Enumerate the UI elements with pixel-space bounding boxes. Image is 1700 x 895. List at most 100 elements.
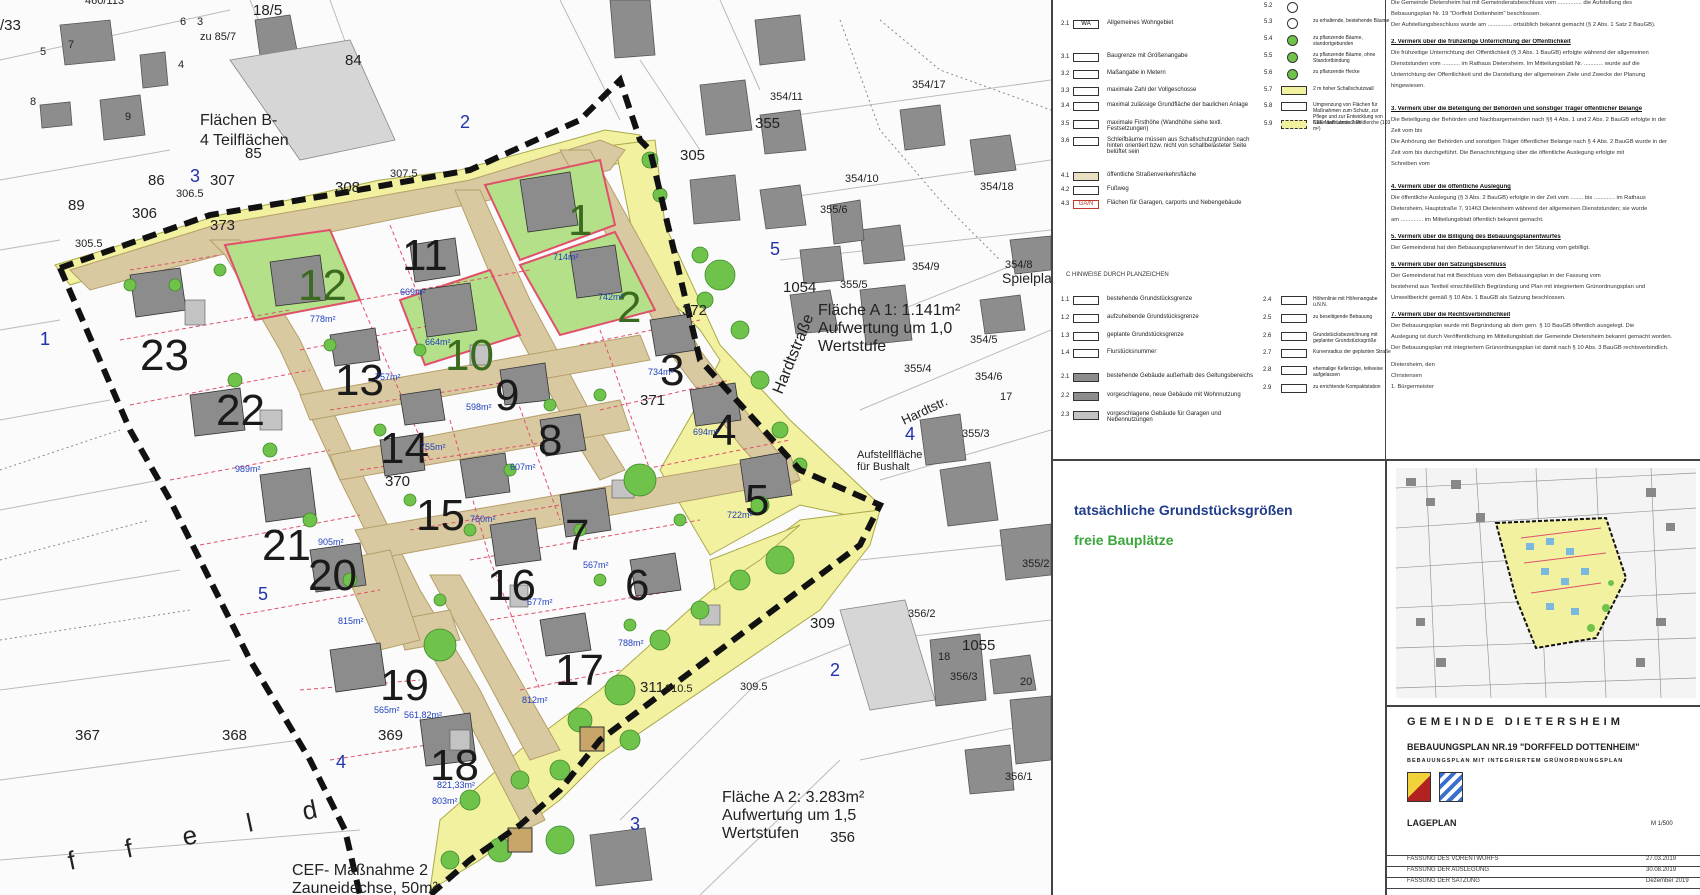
legend-swatch — [1281, 296, 1307, 305]
legend-code: 2.3 — [1061, 412, 1070, 418]
parcel-number: 354/9 — [912, 261, 940, 273]
verfahren-line: Dietersheim, den — [1391, 362, 1435, 368]
legend-label: zu beseitigende Bebauung — [1313, 314, 1373, 320]
gemeinde-name: GEMEINDE DIETERSHEIM — [1407, 716, 1624, 728]
verfahren-heading: 4. Vermerk über die öffentliche Auslegun… — [1391, 184, 1511, 190]
plot-area-label: 742m² — [598, 292, 624, 302]
legend-swatch — [1073, 296, 1099, 305]
fassung-label: FASSUNG DER AUSLEGUNG — [1407, 867, 1490, 873]
verfahren-line: Die frühzeitige Unterrichtung der Öffent… — [1391, 50, 1649, 56]
parcel-number: 356/1 — [1005, 771, 1033, 783]
map-canvas: 1234567891011121314151617181920212223 71… — [0, 0, 1051, 895]
parcel-number: 367 — [75, 727, 100, 744]
plot-number-15: 15 — [416, 491, 465, 540]
parcel-number: 309 — [810, 615, 835, 632]
legend-swatch — [1073, 332, 1099, 341]
legend-label: 2 m hoher Schallschutzwall — [1313, 86, 1374, 92]
plot-area-label: 734m² — [648, 367, 674, 377]
legend-code: 2.2 — [1061, 393, 1070, 399]
section-marker: 4 — [905, 424, 915, 444]
legend-swatch — [1281, 384, 1307, 393]
verfahren-line: hingewiesen. — [1391, 83, 1425, 89]
plot-area-label: 989m² — [235, 464, 261, 474]
hinweise-title: C HINWEISE DURCH PLANZEICHEN — [1066, 272, 1169, 278]
legend-code: 3.3 — [1061, 88, 1070, 94]
legend-swatch — [1073, 70, 1099, 79]
legend-code: 5.8 — [1264, 103, 1273, 109]
legend-label: Baugrenze mit Größenangabe — [1107, 53, 1188, 59]
legend-code: 5.5 — [1264, 53, 1273, 59]
label-spielplatz: Spielplatz — [1002, 270, 1051, 286]
parcel-number: /33 — [0, 17, 21, 34]
legend-code: 5.2 — [1264, 3, 1273, 9]
plot-area-label: 694m² — [693, 427, 719, 437]
verfahren-line: bestehend aus Textteil einschließlich Be… — [1391, 284, 1646, 290]
verfahren-line: Bebauungsplan Nr. 19 "Dorffeld Dottenhei… — [1391, 11, 1541, 17]
verfahren-line: Dienststunden vom ........... im Rathaus… — [1391, 61, 1640, 67]
section-marker: 4 — [336, 752, 346, 772]
legend-label: geplante Grundstücksgrenze — [1107, 332, 1184, 338]
legend-label: maximal zulässige Grundfläche der baulic… — [1107, 102, 1249, 108]
parcel-number: 3 — [197, 16, 203, 28]
parcel-number: 355/3 — [962, 428, 990, 440]
legend-swatch: WA — [1073, 20, 1099, 29]
plot-number-7: 7 — [565, 511, 589, 560]
legend-label: vorgeschlagene Gebäude für Garagen und N… — [1107, 411, 1222, 423]
verfahren-line: Dietersheim, Hauptstraße 7, 91463 Dieter… — [1391, 206, 1648, 212]
plot-number-6: 6 — [625, 561, 649, 610]
parcel-number: 305 — [680, 147, 705, 164]
coat-of-arms-1-icon — [1407, 772, 1431, 802]
plot-area-label: 722m² — [727, 510, 753, 520]
plot-number-21: 21 — [262, 521, 311, 570]
plot-number-23: 23 — [140, 331, 189, 380]
verfahren-line: Zeit vom bis — [1391, 128, 1423, 134]
legend-label: Allgemeines Wohngebiet — [1107, 20, 1174, 26]
legend-swatch — [1281, 86, 1307, 95]
parcel-number: 5 — [40, 46, 46, 58]
verfahren-line: Der Gemeinderat hat den Bebauungsplanent… — [1391, 245, 1590, 251]
lageplan-label: LAGEPLAN — [1407, 818, 1457, 828]
verfahren-line: 1. Bürgermeister — [1391, 384, 1434, 390]
parcel-number: 372 — [682, 302, 707, 319]
legend-code: 5.7 — [1264, 87, 1273, 93]
street-hardtstrasse: Hardtstraße — [770, 312, 817, 397]
legend-swatch — [1073, 314, 1099, 323]
annotation-free-plots: freie Bauplätze — [1074, 532, 1174, 548]
legend-swatch — [1281, 120, 1307, 129]
legend-swatch — [1281, 366, 1307, 375]
legend-label: maximale Zahl der Vollgeschosse — [1107, 87, 1197, 93]
parcel-number: 20 — [1020, 676, 1032, 688]
verfahren-line: Unterrichtung der Öffentlichkeit und die… — [1391, 72, 1646, 78]
fassung-date: Dezember 2019 — [1646, 878, 1689, 884]
legend-code: 3.6 — [1061, 138, 1070, 144]
parcel-number: 305.5 — [75, 238, 103, 250]
legend-label: bestehende Grundstücksgrenze — [1107, 296, 1193, 302]
parcel-number: 354/18 — [980, 181, 1014, 193]
site-plan-map[interactable]: 1 2 3 4 5 6 7 8 9 10 11 12 13 14 15 16 17 18 19 20 21 22 23 71… — [0, 0, 1051, 895]
parcel-number: 4 — [178, 59, 184, 71]
note-flaeche-a1: Fläche A 1: 1.141m² Aufwertung um 1,0 Wert… — [818, 302, 961, 355]
plot-area-label: 598m² — [466, 402, 492, 412]
legend-swatch — [1073, 392, 1099, 401]
parcel-number: 311 — [640, 679, 664, 696]
legend-code: 1.4 — [1061, 350, 1070, 356]
parcel-number: zu 85/7 — [200, 31, 236, 43]
legend-label: aufzuhebende Grundstücksgrenze — [1107, 314, 1199, 320]
legend-code: 5.6 — [1264, 70, 1273, 76]
plot-area-label: 664m² — [425, 337, 451, 347]
legend-swatch — [1073, 120, 1099, 129]
verfahren-line: Auslegung ist durch Veröffentlichung im … — [1391, 334, 1673, 340]
plot-area-label: 821,33m² — [437, 780, 475, 790]
legend-swatch: GA/N — [1073, 200, 1099, 209]
tree-symbol-icon — [1287, 52, 1298, 63]
plot-area-label: 905m² — [318, 537, 344, 547]
verfahren-line: Der Bebauungsplan wurde mit Begründung a… — [1391, 323, 1635, 329]
legend-label: Maßangabe in Metern — [1107, 70, 1166, 76]
legend-swatch — [1281, 314, 1307, 323]
parcel-number: 308 — [335, 179, 360, 196]
legend-label: öffentliche Straßenverkehrsfläche — [1107, 172, 1197, 178]
legend-code: 5.4 — [1264, 36, 1273, 42]
plot-number-11: 11 — [402, 231, 448, 280]
parcel-number: 356 — [830, 829, 855, 846]
legend-label: zu pflanzende Bäume, standortgebunden — [1313, 35, 1363, 47]
